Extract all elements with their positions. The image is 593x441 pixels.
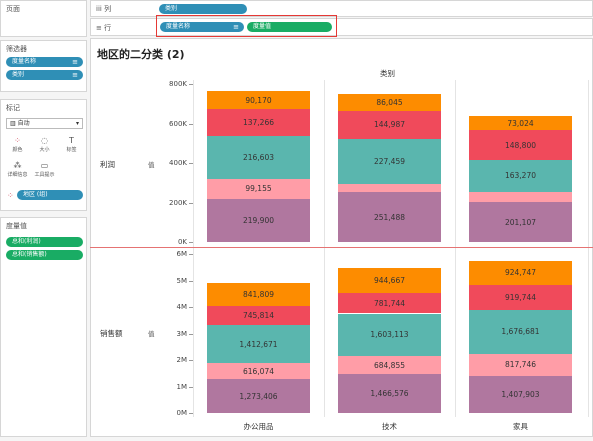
data-label: 219,900 bbox=[242, 215, 274, 225]
data-label: 817,746 bbox=[504, 360, 536, 370]
axis-tick-mark bbox=[189, 254, 193, 255]
axis-tick-label: 1M bbox=[176, 382, 188, 391]
axis-tick-mark bbox=[189, 123, 193, 125]
bar-segment: 144,987 bbox=[338, 110, 441, 140]
data-label: 1,273,406 bbox=[239, 391, 278, 401]
axis-tick-label: 600K bbox=[169, 119, 187, 128]
axis-tick-mark bbox=[189, 413, 193, 414]
bar-segment: 219,900 bbox=[207, 198, 310, 242]
data-label: 684,855 bbox=[373, 360, 405, 370]
axis-tick-label: 6M bbox=[176, 250, 188, 258]
category-label: 办公用品 bbox=[243, 422, 274, 431]
data-label: 90,170 bbox=[245, 95, 272, 105]
bar-segment: 1,603,113 bbox=[338, 313, 441, 356]
bar-segment: 251,488 bbox=[338, 192, 441, 242]
bar-segment: 841,809 bbox=[207, 283, 310, 306]
bar-segment: 684,855 bbox=[338, 355, 441, 375]
axis-tick-mark bbox=[189, 84, 193, 85]
bar-segment: 227,459 bbox=[338, 139, 441, 185]
axis-tick-label: 2M bbox=[176, 356, 188, 364]
data-label: 841,809 bbox=[242, 290, 274, 300]
grid-line-vertical bbox=[324, 80, 325, 417]
bar-segment: 163,270 bbox=[469, 159, 572, 192]
bar-segment: 137,266 bbox=[207, 109, 310, 137]
axis-tick-label: 0M bbox=[176, 409, 188, 417]
data-label: 148,800 bbox=[504, 140, 536, 150]
data-label: 73,024 bbox=[507, 118, 534, 128]
bar-segment: 1,273,406 bbox=[207, 379, 310, 413]
data-label: 144,987 bbox=[373, 120, 405, 130]
data-label: 919,744 bbox=[504, 292, 536, 302]
bar-segment: 99,155 bbox=[207, 178, 310, 199]
category-label: 技术 bbox=[382, 422, 397, 431]
bar-segment: 86,045 bbox=[338, 93, 441, 111]
grid-line-vertical bbox=[455, 80, 456, 417]
axis-tick-label: 4M bbox=[176, 303, 188, 311]
axis-tick-label: 200K bbox=[169, 198, 187, 207]
axis-tick-mark bbox=[189, 333, 193, 335]
axis-tick-mark bbox=[189, 280, 193, 282]
data-label: 163,270 bbox=[504, 171, 536, 181]
axis-tick-label: 400K bbox=[169, 159, 187, 167]
bar-segment: 616,074 bbox=[207, 362, 310, 380]
bar-segment: 216,603 bbox=[207, 136, 310, 179]
data-label: 944,667 bbox=[373, 275, 405, 285]
bar-segment: 1,407,903 bbox=[469, 375, 572, 413]
data-label: 616,074 bbox=[242, 366, 274, 376]
data-label: 86,045 bbox=[376, 97, 403, 107]
axis-tick-mark bbox=[189, 360, 193, 361]
axis-tick-label: 0K bbox=[177, 238, 187, 246]
axis-tick-mark bbox=[189, 386, 193, 388]
bar-segment bbox=[338, 184, 441, 193]
data-label: 1,407,903 bbox=[501, 389, 540, 399]
data-label: 781,744 bbox=[373, 298, 405, 308]
bar-segment: 1,676,681 bbox=[469, 309, 572, 354]
axis-tick-label: 5M bbox=[176, 276, 188, 285]
bar-segment: 924,747 bbox=[469, 260, 572, 286]
data-label: 1,676,681 bbox=[501, 327, 540, 337]
bar-segment: 781,744 bbox=[338, 292, 441, 314]
data-label: 201,107 bbox=[504, 217, 536, 227]
data-label: 1,466,576 bbox=[370, 389, 409, 399]
data-label: 1,603,113 bbox=[370, 330, 409, 340]
data-label: 251,488 bbox=[373, 212, 405, 222]
data-label: 227,459 bbox=[373, 157, 405, 167]
bar-segment bbox=[469, 192, 572, 203]
data-label: 137,266 bbox=[242, 118, 274, 128]
category-label: 家具 bbox=[513, 422, 528, 431]
pane-separator bbox=[90, 247, 593, 248]
data-label: 745,814 bbox=[242, 311, 274, 321]
axis-tick-mark bbox=[189, 307, 193, 308]
axis-tick-mark bbox=[189, 242, 193, 243]
data-label: 1,412,671 bbox=[239, 339, 278, 349]
bar-segment: 148,800 bbox=[469, 130, 572, 160]
bar-segment: 73,024 bbox=[469, 115, 572, 131]
stacked-bar-chart: 0K 200K 400K 600K 800K 219,900 99,155 216,603 13… bbox=[0, 0, 593, 441]
axis-tick-label: 800K bbox=[169, 80, 187, 88]
grid-line-vertical bbox=[588, 80, 589, 417]
axis-tick-mark bbox=[189, 202, 193, 204]
grid-line-vertical bbox=[193, 80, 194, 417]
bar-segment: 201,107 bbox=[469, 202, 572, 242]
axis-tick-label: 3M bbox=[176, 329, 188, 338]
data-label: 924,747 bbox=[504, 268, 536, 278]
data-label: 99,155 bbox=[245, 184, 272, 194]
bar-segment: 944,667 bbox=[338, 267, 441, 293]
axis-tick-mark bbox=[189, 163, 193, 164]
bar-segment: 90,170 bbox=[207, 91, 310, 110]
bar-segment: 1,412,671 bbox=[207, 325, 310, 363]
bar-segment: 1,466,576 bbox=[338, 374, 441, 413]
data-label: 216,603 bbox=[242, 153, 274, 163]
bar-segment: 817,746 bbox=[469, 354, 572, 376]
bar-segment: 745,814 bbox=[207, 305, 310, 326]
bar-segment: 919,744 bbox=[469, 285, 572, 310]
